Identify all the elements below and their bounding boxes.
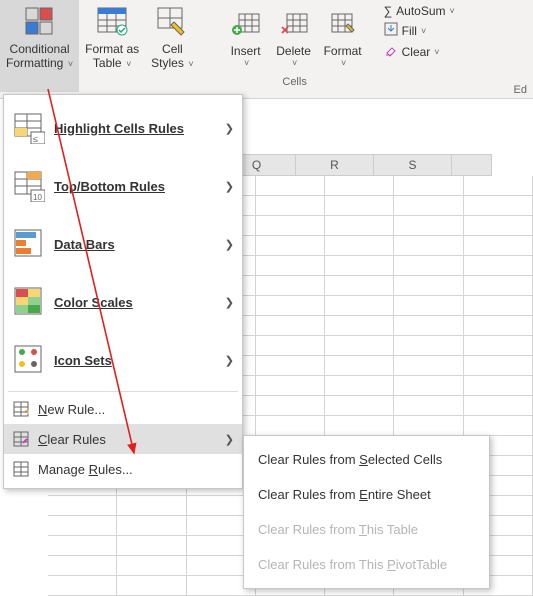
menu-color-scales[interactable]: Color Scales ❯ bbox=[4, 273, 242, 331]
menu-highlight-cells-rules[interactable]: ≤ Highlight Cells Rules ❯ bbox=[4, 99, 242, 157]
editing-group-label: Ed bbox=[514, 84, 529, 96]
menu-item-label: New Rule... bbox=[38, 402, 234, 417]
clear-label: Clear bbox=[402, 45, 431, 59]
menu-top-bottom-rules[interactable]: 10 Top/Bottom Rules ❯ bbox=[4, 157, 242, 215]
chevron-down-icon: ˅ bbox=[434, 47, 439, 57]
menu-icon-sets[interactable]: Icon Sets ❯ bbox=[4, 331, 242, 389]
fill-label: Fill bbox=[402, 24, 417, 38]
format-label: Format bbox=[324, 44, 362, 58]
col-header[interactable]: R bbox=[296, 154, 374, 176]
chevron-right-icon: ❯ bbox=[225, 180, 234, 193]
clear-icon bbox=[384, 43, 398, 60]
cell-styles-button[interactable]: CellStyles ˅ bbox=[145, 0, 199, 92]
cell-styles-icon bbox=[154, 4, 190, 40]
col-header[interactable]: S bbox=[374, 154, 452, 176]
chevron-down-icon: ˅ bbox=[244, 58, 249, 69]
menu-item-label: Top/Bottom Rules bbox=[54, 179, 225, 194]
menu-manage-rules[interactable]: Manage Rules... bbox=[4, 454, 242, 484]
chevron-right-icon: ❯ bbox=[225, 433, 234, 446]
menu-clear-rules[interactable]: Clear Rules ❯ bbox=[4, 424, 242, 454]
cell-styles-line2: Styles bbox=[151, 56, 184, 70]
delete-icon bbox=[276, 6, 312, 42]
chevron-down-icon: ˅ bbox=[124, 59, 132, 69]
chevron-down-icon: ˅ bbox=[421, 26, 426, 36]
menu-item-label: Icon Sets bbox=[54, 353, 225, 368]
clear-rules-submenu: Clear Rules from Selected Cells Clear Ru… bbox=[243, 435, 490, 589]
cell-styles-line1: Cell bbox=[162, 42, 183, 56]
conditional-formatting-menu: ≤ Highlight Cells Rules ❯ 10 Top/Bottom … bbox=[3, 94, 243, 489]
ribbon-bar: ConditionalFormatting ˅ Format asTable ˅… bbox=[0, 0, 533, 99]
menu-new-rule[interactable]: New Rule... bbox=[4, 394, 242, 424]
editing-group: ∑AutoSum ˅ Fill ˅ Clear ˅ Ed bbox=[378, 0, 461, 64]
fill-icon bbox=[384, 22, 398, 39]
menu-item-label: Manage Rules... bbox=[38, 462, 234, 477]
svg-text:10: 10 bbox=[33, 193, 42, 202]
color-scales-icon bbox=[12, 285, 46, 319]
chevron-right-icon: ❯ bbox=[225, 238, 234, 251]
icon-sets-icon bbox=[12, 343, 46, 377]
chevron-right-icon: ❯ bbox=[225, 354, 234, 367]
fill-button[interactable]: Fill ˅ bbox=[384, 22, 455, 39]
clear-button[interactable]: Clear ˅ bbox=[384, 43, 455, 60]
chevron-down-icon: ˅ bbox=[65, 59, 73, 69]
svg-text:≤: ≤ bbox=[33, 134, 38, 144]
chevron-right-icon: ❯ bbox=[225, 296, 234, 309]
chevron-down-icon: ˅ bbox=[450, 6, 455, 16]
delete-label: Delete bbox=[276, 44, 311, 58]
format-table-line1: Format as bbox=[85, 42, 139, 56]
chevron-right-icon: ❯ bbox=[225, 122, 234, 135]
format-table-line2: Table bbox=[93, 56, 122, 70]
submenu-clear-pivot: Clear Rules from This PivotTable bbox=[244, 547, 489, 582]
format-icon bbox=[325, 6, 361, 42]
highlight-rules-icon: ≤ bbox=[12, 111, 46, 145]
chevron-down-icon: ˅ bbox=[186, 59, 194, 69]
submenu-clear-sheet[interactable]: Clear Rules from Entire Sheet bbox=[244, 477, 489, 512]
cells-group-label: Cells bbox=[282, 76, 306, 88]
format-table-icon bbox=[94, 4, 130, 40]
sigma-icon: ∑ bbox=[384, 4, 393, 18]
clear-rules-icon bbox=[12, 430, 30, 448]
submenu-clear-table: Clear Rules from This Table bbox=[244, 512, 489, 547]
insert-button[interactable]: Insert˅ bbox=[222, 2, 270, 74]
submenu-clear-selected[interactable]: Clear Rules from Selected Cells bbox=[244, 442, 489, 477]
conditional-formatting-icon bbox=[22, 4, 58, 40]
chevron-down-icon: ˅ bbox=[341, 58, 346, 69]
autosum-button[interactable]: ∑AutoSum ˅ bbox=[384, 4, 455, 18]
chevron-down-icon: ˅ bbox=[292, 58, 297, 69]
menu-item-label: Color Scales bbox=[54, 295, 225, 310]
conditional-line2: Formatting bbox=[6, 56, 63, 70]
new-rule-icon bbox=[12, 400, 30, 418]
conditional-line1: Conditional bbox=[10, 42, 70, 56]
menu-data-bars[interactable]: Data Bars ❯ bbox=[4, 215, 242, 273]
menu-separator bbox=[8, 391, 238, 392]
data-bars-icon bbox=[12, 227, 46, 261]
delete-button[interactable]: Delete˅ bbox=[270, 2, 318, 74]
manage-rules-icon bbox=[12, 460, 30, 478]
autosum-label: AutoSum bbox=[396, 4, 445, 18]
format-as-table-button[interactable]: Format asTable ˅ bbox=[79, 0, 145, 92]
menu-item-label: Clear Rules bbox=[38, 432, 225, 447]
insert-label: Insert bbox=[231, 44, 261, 58]
top-bottom-icon: 10 bbox=[12, 169, 46, 203]
col-header[interactable] bbox=[452, 154, 492, 176]
format-button[interactable]: Format˅ bbox=[318, 2, 368, 74]
menu-item-label: Highlight Cells Rules bbox=[54, 121, 225, 136]
menu-item-label: Data Bars bbox=[54, 237, 225, 252]
conditional-formatting-button[interactable]: ConditionalFormatting ˅ bbox=[0, 0, 79, 92]
insert-icon bbox=[228, 6, 264, 42]
cells-group: Insert˅ Delete˅ Format˅ Cells bbox=[218, 0, 372, 90]
